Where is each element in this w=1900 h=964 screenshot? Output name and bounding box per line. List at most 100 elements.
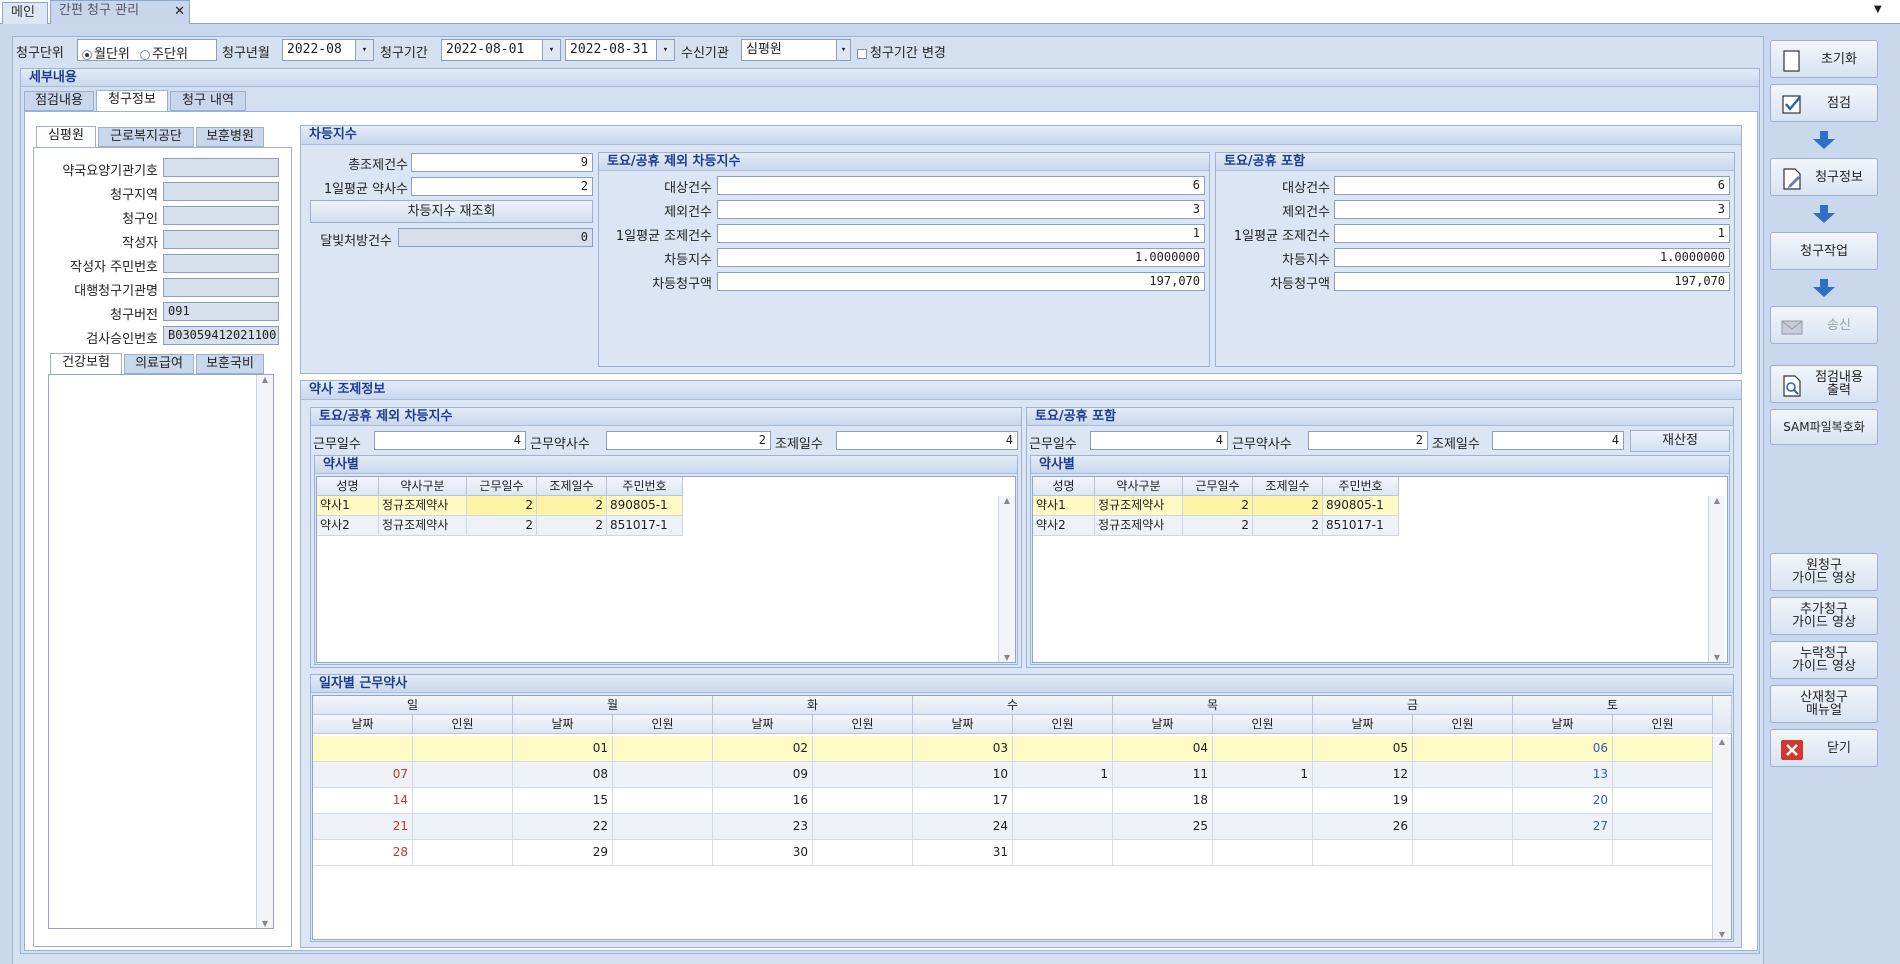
ph-inc-dispdays-input[interactable]: 4 [1492,431,1624,450]
cal-date-cell[interactable]: 24 [913,814,1013,840]
ex-daily-input[interactable]: 1 [717,224,1205,243]
table-cell[interactable]: 2 [1183,496,1253,516]
cal-people-cell[interactable] [813,840,913,866]
cal-date-cell[interactable]: 05 [1313,736,1413,762]
cal-date-cell[interactable]: 04 [1113,736,1213,762]
table-row-name[interactable]: 약사2 [317,516,379,536]
cal-people-cell[interactable] [1213,788,1313,814]
cal-people-cell[interactable] [1413,788,1513,814]
left-field-input[interactable] [163,254,279,273]
cal-date-cell[interactable]: 13 [1513,762,1613,788]
cal-date-cell[interactable]: 29 [513,840,613,866]
table-cell[interactable]: 2 [537,496,607,516]
tab-veterans-hospital[interactable]: 보훈병원 [196,127,264,147]
cal-people-cell[interactable] [1613,814,1713,840]
cal-date-cell[interactable]: 06 [1513,736,1613,762]
tab-main[interactable]: 메인 [2,2,48,24]
scrollbar[interactable]: ▲ ▼ [1708,496,1725,662]
inc-daily-input[interactable]: 1 [1334,224,1730,243]
close-button[interactable]: 닫기 [1770,729,1878,767]
grid-header-type[interactable]: 약사구분 [1095,477,1183,496]
table-row-name[interactable]: 약사1 [1033,496,1095,516]
left-field-input[interactable]: B03059412021100 [163,326,279,345]
cal-people-cell[interactable] [1413,762,1513,788]
cal-date-cell[interactable] [313,736,413,762]
cal-people-cell[interactable] [1613,840,1713,866]
scroll-down-icon[interactable]: ▼ [999,653,1015,662]
cal-date-cell[interactable]: 21 [313,814,413,840]
cal-people-cell[interactable] [613,788,713,814]
table-row-name[interactable]: 약사2 [1033,516,1095,536]
cal-people-cell[interactable] [813,788,913,814]
cal-people-cell[interactable] [413,736,513,762]
recalc-index-button[interactable]: 차등지수 재조회 [310,200,593,223]
tab-medical-aid[interactable]: 의료급여 [124,354,194,374]
table-cell[interactable]: 2 [467,516,537,536]
grid-header-id[interactable]: 주민번호 [607,477,683,496]
table-cell[interactable]: 851017-1 [1323,516,1399,536]
claim-info-button[interactable]: 청구정보 [1770,158,1878,196]
cal-people-cell[interactable] [1213,840,1313,866]
left-field-input[interactable] [163,278,279,297]
cal-date-cell[interactable] [1313,840,1413,866]
cal-date-cell[interactable] [1113,840,1213,866]
inc-excl-input[interactable]: 3 [1334,200,1730,219]
total-dispense-input[interactable]: 9 [411,153,593,172]
ph-inc-pharmacists-input[interactable]: 2 [1308,431,1428,450]
grid-header-type[interactable]: 약사구분 [379,477,467,496]
cal-date-cell[interactable]: 23 [713,814,813,840]
table-cell[interactable]: 2 [467,496,537,516]
cal-date-cell[interactable]: 19 [1313,788,1413,814]
grid-header-dd[interactable]: 조제일수 [537,477,607,496]
scroll-up-icon[interactable]: ▲ [999,496,1015,505]
chevron-down-icon[interactable]: ▾ [656,40,674,60]
cal-date-cell[interactable]: 28 [313,840,413,866]
tab-claim-info[interactable]: 청구정보 [96,90,168,112]
close-icon[interactable]: ✕ [174,2,185,22]
ex-idx-input[interactable]: 1.0000000 [717,248,1205,267]
checkbox-box[interactable] [857,48,867,59]
cal-date-cell[interactable]: 12 [1313,762,1413,788]
cal-date-cell[interactable]: 25 [1113,814,1213,840]
table-row-name[interactable]: 약사1 [317,496,379,516]
cal-people-cell[interactable] [1013,814,1113,840]
guide-original-button[interactable]: 원청구 가이드 영상 [1770,553,1878,591]
cal-people-cell[interactable] [1413,840,1513,866]
ph-ex-dispdays-input[interactable]: 4 [836,431,1018,450]
inc-target-input[interactable]: 6 [1334,176,1730,195]
cal-date-cell[interactable]: 30 [713,840,813,866]
table-cell[interactable]: 2 [1253,496,1323,516]
radio-weekly[interactable] [140,49,151,60]
table-cell[interactable]: 851017-1 [607,516,683,536]
scroll-up-icon[interactable]: ▲ [257,375,273,384]
chevron-down-icon[interactable]: ▼ [1874,4,1882,15]
table-cell[interactable]: 2 [1183,516,1253,536]
scrollbar[interactable]: ▲ ▼ [256,375,273,928]
cal-people-cell[interactable] [1013,788,1113,814]
cal-people-cell[interactable] [1413,736,1513,762]
period-to-date[interactable]: 2022-08-31 ▾ [565,39,675,61]
left-field-input[interactable] [163,206,279,225]
left-field-input[interactable] [163,158,279,177]
daily-avg-pharmacist-input[interactable]: 2 [411,177,593,196]
cal-date-cell[interactable]: 17 [913,788,1013,814]
inc-amt-input[interactable]: 197,070 [1334,272,1730,291]
cal-people-cell[interactable]: 1 [1013,762,1113,788]
ph-ex-pharmacists-input[interactable]: 2 [606,431,771,450]
grid-header-name[interactable]: 성명 [317,477,379,496]
scroll-down-icon[interactable]: ▼ [1709,653,1725,662]
cal-people-cell[interactable] [813,762,913,788]
cal-date-cell[interactable]: 20 [1513,788,1613,814]
cal-people-cell[interactable] [413,788,513,814]
cal-people-cell[interactable] [813,814,913,840]
scrollbar[interactable]: ▲ ▼ [998,496,1015,662]
grid-header-wd[interactable]: 근무일수 [467,477,537,496]
cal-date-cell[interactable]: 01 [513,736,613,762]
tab-claim-history[interactable]: 청구 내역 [170,91,246,111]
grid-header-dd[interactable]: 조제일수 [1253,477,1323,496]
chevron-down-icon[interactable]: ▾ [355,40,373,60]
cal-date-cell[interactable]: 15 [513,788,613,814]
ex-excl-input[interactable]: 3 [717,200,1205,219]
tab-health-insurance[interactable]: 건강보험 [50,353,122,375]
cal-people-cell[interactable] [613,814,713,840]
